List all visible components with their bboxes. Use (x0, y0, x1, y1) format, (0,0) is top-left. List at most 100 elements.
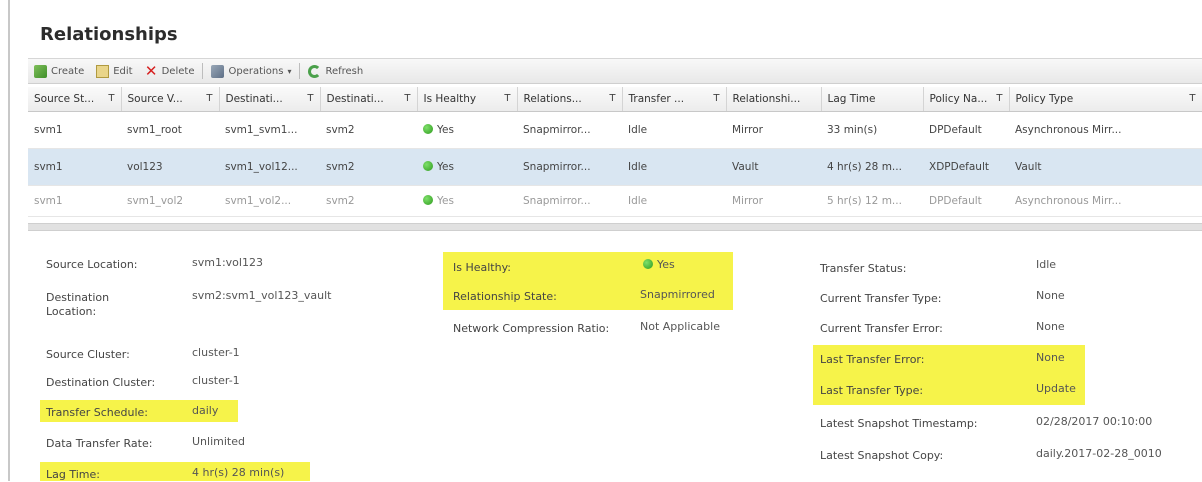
relationships-grid: Source St... T Source V... T Destinati... T… (28, 87, 1202, 223)
delete-button[interactable]: ✕ Delete (139, 59, 201, 83)
cell-destination-volume: svm1_vol12... (219, 148, 320, 186)
cell-relationship-state: Snapmirror... (517, 148, 622, 186)
cell-relationship-type: Mirror (726, 185, 821, 217)
cell-destination-svm: svm2 (320, 148, 417, 186)
latest-snapshot-timestamp-label: Latest Snapshot Timestamp: (820, 417, 978, 430)
cell-policy-type: Asynchronous Mirr... (1009, 185, 1202, 217)
is-healthy-value: Yes (643, 258, 675, 272)
refresh-label: Refresh (325, 65, 364, 77)
edit-button[interactable]: Edit (90, 59, 138, 83)
table-row[interactable]: svm1 svm1_vol2 svm1_vol2... svm2 Yes Sna… (28, 185, 1202, 217)
transfer-status-value: Idle (1036, 258, 1057, 271)
column-header-relationship-type[interactable]: Relationshi... (726, 87, 822, 112)
cell-policy-name: XDPDefault (923, 148, 1009, 186)
cell-source-svm: svm1 (28, 111, 121, 149)
source-location-value: svm1:vol123 (192, 256, 263, 269)
grid-header-row: Source St... T Source V... T Destinati... T… (28, 87, 1202, 112)
current-transfer-type-value: None (1036, 289, 1065, 302)
column-header-source-storage-vm[interactable]: Source St... T (28, 87, 122, 112)
cell-lag-time: 5 hr(s) 12 m... (821, 185, 923, 217)
cell-source-svm: svm1 (28, 148, 121, 186)
cell-relationship-state: Snapmirror... (517, 185, 622, 217)
table-row-selected[interactable]: svm1 vol123 svm1_vol12... svm2 Yes Snapm… (28, 148, 1202, 186)
edit-label: Edit (113, 65, 133, 77)
operations-label: Operations (228, 65, 284, 77)
column-header-policy-name[interactable]: Policy Na... T (923, 87, 1010, 112)
latest-snapshot-copy-label: Latest Snapshot Copy: (820, 449, 944, 462)
filter-icon[interactable]: T (307, 93, 313, 104)
last-transfer-type-label: Last Transfer Type: (820, 384, 924, 397)
column-header-relationship-state[interactable]: Relations... T (517, 87, 623, 112)
column-header-policy-type[interactable]: Policy Type T (1009, 87, 1202, 112)
cell-policy-name: DPDefault (923, 111, 1009, 149)
column-header-source-volume[interactable]: Source V... T (121, 87, 220, 112)
cell-is-healthy: Yes (417, 185, 517, 217)
toolbar: Create Edit ✕ Delete Operations ▾ Refres… (28, 58, 1202, 84)
source-location-label: Source Location: (46, 258, 138, 271)
cell-destination-volume: svm1_svm1... (219, 111, 320, 149)
column-header-transfer-status[interactable]: Transfer ... T (622, 87, 727, 112)
operations-button[interactable]: Operations ▾ (205, 59, 297, 83)
cell-source-volume: svm1_root (121, 111, 219, 149)
network-compression-ratio-value: Not Applicable (640, 320, 720, 333)
transfer-schedule-label: Transfer Schedule: (46, 406, 148, 419)
data-transfer-rate-value: Unlimited (192, 435, 245, 448)
cell-is-healthy: Yes (417, 148, 517, 186)
current-transfer-error-value: None (1036, 320, 1065, 333)
transfer-status-label: Transfer Status: (820, 262, 907, 275)
current-transfer-type-label: Current Transfer Type: (820, 292, 942, 305)
data-transfer-rate-label: Data Transfer Rate: (46, 437, 153, 450)
cell-relationship-type: Mirror (726, 111, 821, 149)
cell-source-volume: svm1_vol2 (121, 185, 219, 217)
cell-lag-time: 4 hr(s) 28 m... (821, 148, 923, 186)
last-transfer-error-value: None (1036, 351, 1065, 364)
filter-icon[interactable]: T (206, 93, 212, 104)
panel-splitter[interactable] (28, 223, 1202, 231)
filter-icon[interactable]: T (404, 93, 410, 104)
cell-destination-volume: svm1_vol2... (219, 185, 320, 217)
table-row[interactable]: svm1 svm1_root svm1_svm1... svm2 Yes Sna… (28, 111, 1202, 149)
column-header-is-healthy[interactable]: Is Healthy T (417, 87, 518, 112)
details-panel: Source Location: svm1:vol123 Destination… (28, 236, 1202, 481)
relationship-state-value: Snapmirrored (640, 288, 715, 301)
destination-cluster-label: Destination Cluster: (46, 376, 156, 389)
filter-icon[interactable]: T (108, 93, 114, 104)
filter-icon[interactable]: T (609, 93, 615, 104)
destination-cluster-value: cluster-1 (192, 374, 240, 387)
refresh-icon (308, 64, 322, 78)
filter-icon[interactable]: T (504, 93, 510, 104)
is-healthy-label: Is Healthy: (453, 261, 512, 274)
operations-icon (211, 64, 225, 78)
source-cluster-value: cluster-1 (192, 346, 240, 359)
refresh-button[interactable]: Refresh (302, 59, 369, 83)
last-transfer-type-value: Update (1036, 382, 1076, 395)
create-label: Create (51, 65, 85, 77)
cell-is-healthy: Yes (417, 111, 517, 149)
cell-source-svm: svm1 (28, 185, 121, 217)
delete-label: Delete (161, 65, 195, 77)
network-compression-ratio-label: Network Compression Ratio: (453, 322, 610, 335)
destination-location-label: Destination Location: (46, 291, 110, 318)
destination-location-value: svm2:svm1_vol123_vault (192, 289, 332, 302)
column-header-destination-storage-vm[interactable]: Destinati... T (320, 87, 418, 112)
last-transfer-error-label: Last Transfer Error: (820, 353, 925, 366)
cell-source-volume: vol123 (121, 148, 219, 186)
create-icon (34, 64, 47, 78)
relationship-state-label: Relationship State: (453, 290, 557, 303)
column-header-destination-volume[interactable]: Destinati... T (219, 87, 321, 112)
healthy-status-icon (423, 195, 433, 205)
cell-transfer-status: Idle (622, 185, 726, 217)
healthy-status-icon (423, 161, 433, 171)
create-button[interactable]: Create (28, 59, 90, 83)
filter-icon[interactable]: T (996, 93, 1002, 104)
filter-icon[interactable]: T (713, 93, 719, 104)
column-header-lag-time[interactable]: Lag Time (821, 87, 924, 112)
filter-icon[interactable]: T (1189, 93, 1195, 104)
toolbar-separator (299, 63, 301, 79)
cell-destination-svm: svm2 (320, 185, 417, 217)
toolbar-separator (202, 63, 204, 79)
transfer-schedule-value: daily (192, 404, 219, 417)
latest-snapshot-timestamp-value: 02/28/2017 00:10:00 (1036, 415, 1153, 428)
healthy-status-icon (643, 259, 653, 269)
left-border (8, 0, 10, 481)
